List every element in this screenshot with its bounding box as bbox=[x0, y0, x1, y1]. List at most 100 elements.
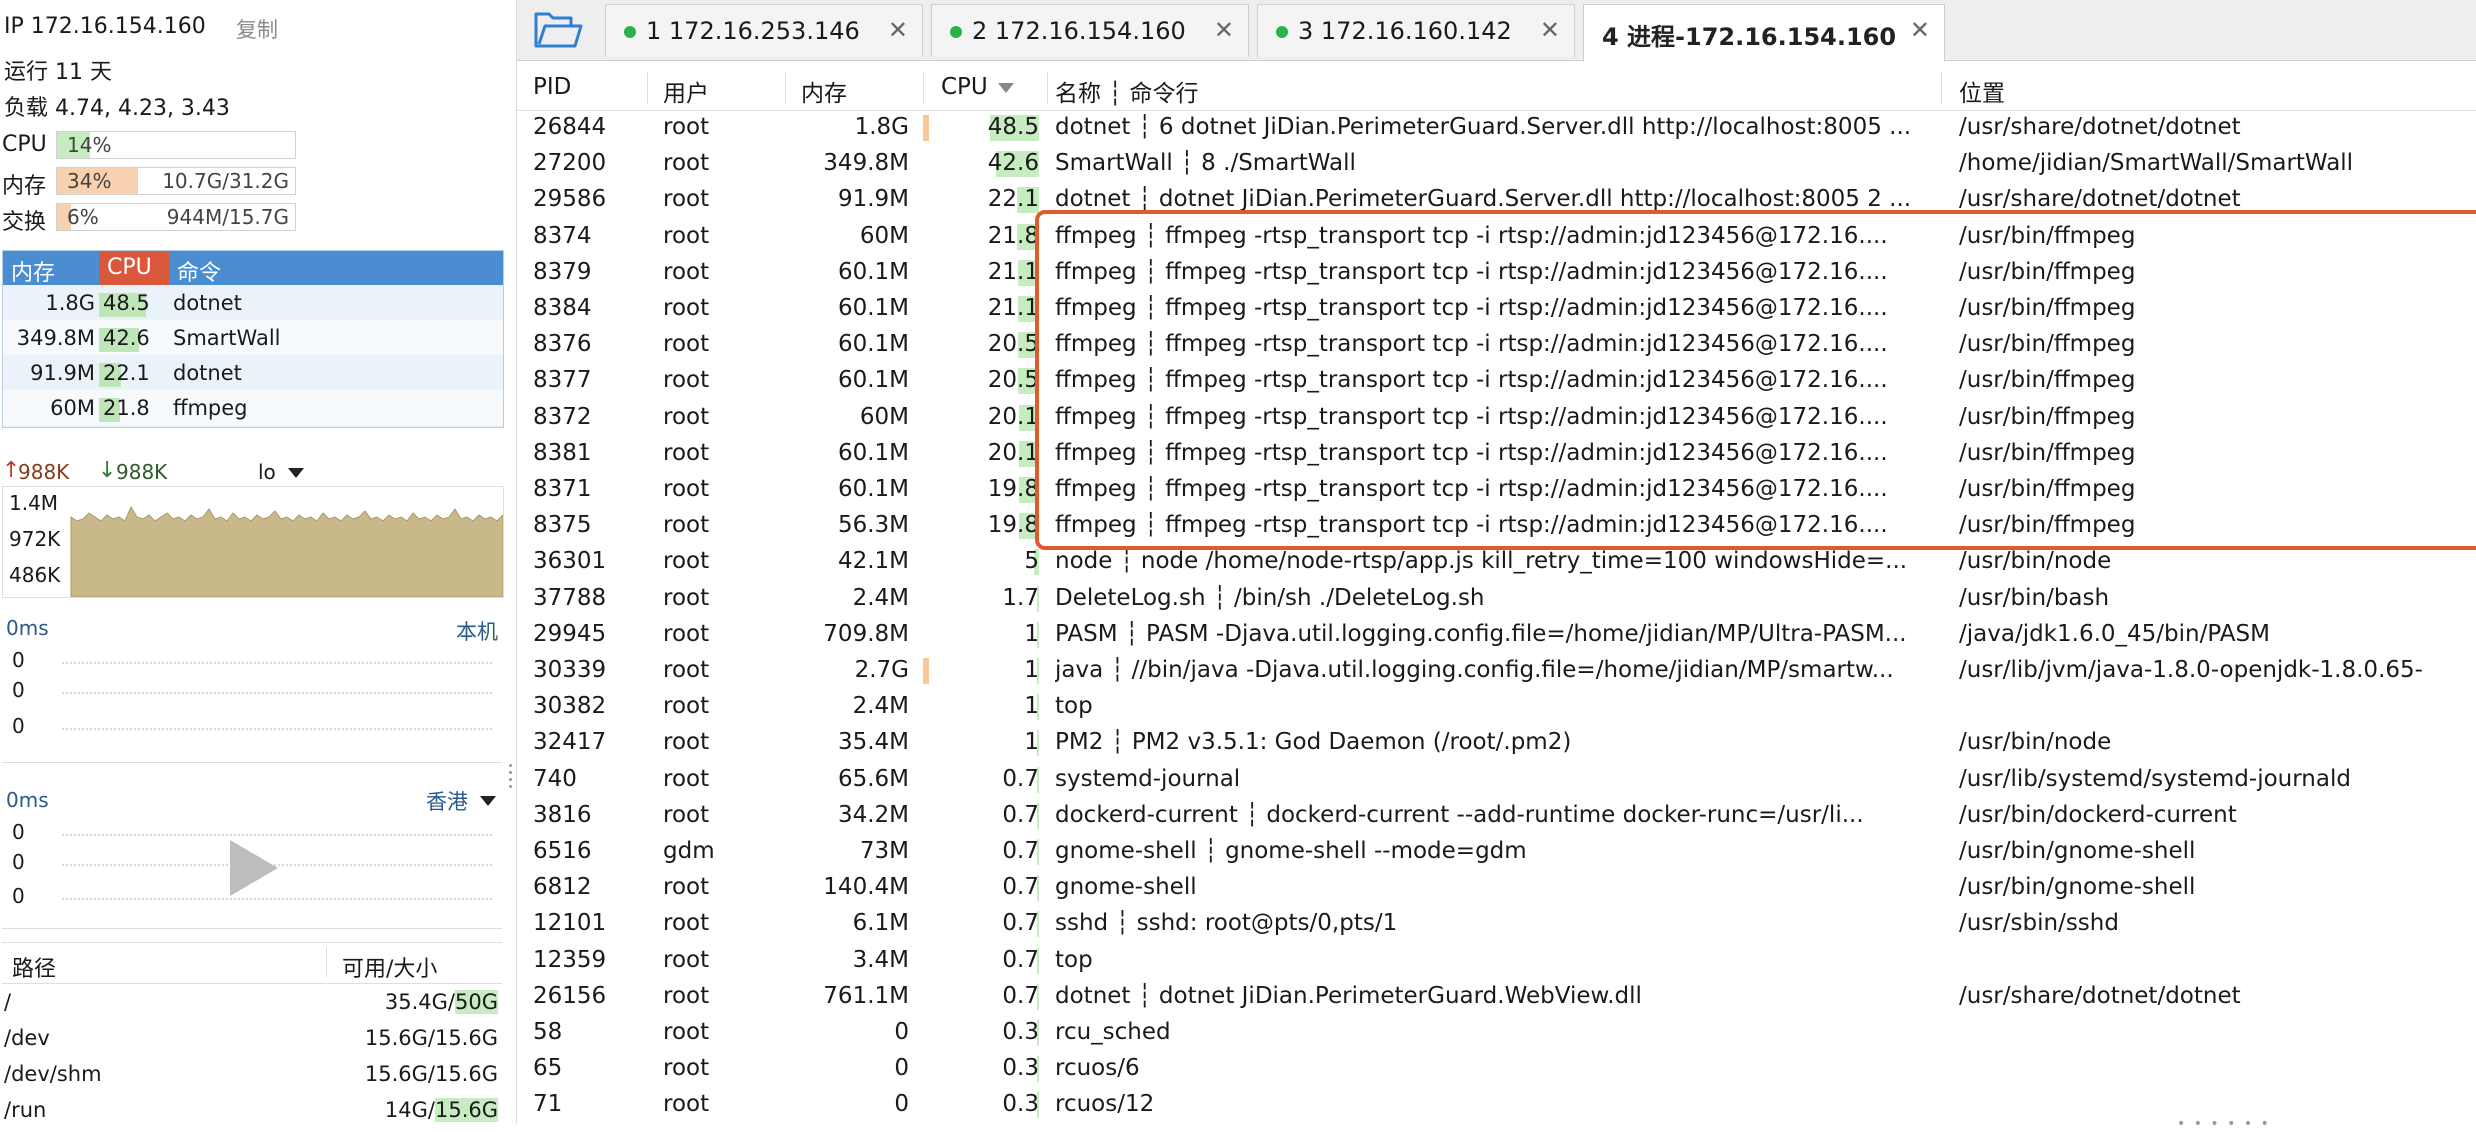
process-pid: 3816 bbox=[533, 801, 592, 828]
process-cpu: 21.1 bbox=[929, 255, 1039, 291]
disk-size-header[interactable]: 可用/大小 bbox=[342, 951, 437, 983]
process-user: root bbox=[663, 693, 710, 720]
disk-row[interactable]: /run 14G/15.6G bbox=[2, 1092, 502, 1128]
network-interface-select[interactable]: lo bbox=[258, 460, 276, 484]
folder-open-icon[interactable] bbox=[533, 8, 583, 52]
process-row[interactable]: 26156 root 761.1M 0.7 dotnet ┆ dotnet JiDian… bbox=[517, 979, 2476, 1015]
disk-path-header[interactable]: 路径 bbox=[12, 951, 56, 983]
swap-meter-track: 6% 944M/15.7G bbox=[56, 203, 296, 231]
process-row[interactable]: 8384 root 60.1M 21.1 ffmpeg ┆ ffmpeg -rtsp_t… bbox=[517, 291, 2476, 327]
process-row[interactable]: 30382 root 2.4M 1 top bbox=[517, 689, 2476, 725]
process-row[interactable]: 8377 root 60.1M 20.5 ffmpeg ┆ ffmpeg -rtsp_t… bbox=[517, 363, 2476, 399]
tab-session-2[interactable]: 2 172.16.154.160 ✕ bbox=[931, 4, 1249, 57]
process-row[interactable]: 6516 gdm 73M 0.7 gnome-shell ┆ gnome-shell -… bbox=[517, 834, 2476, 870]
top-processes-cpu-header[interactable]: CPU bbox=[107, 255, 152, 280]
close-icon[interactable]: ✕ bbox=[1214, 16, 1234, 44]
process-memory: 65.6M bbox=[837, 765, 909, 792]
process-cpu: 21.8 bbox=[929, 219, 1039, 255]
process-location: /usr/bin/node bbox=[1959, 548, 2112, 575]
disk-avail: 15.6G/15.6G bbox=[364, 1062, 498, 1086]
process-cpu: 21.1 bbox=[929, 291, 1039, 327]
ping-local-target[interactable]: 本机 bbox=[456, 616, 498, 646]
disk-row[interactable]: / 35.4G/50G bbox=[2, 984, 502, 1020]
column-header-name[interactable]: 名称 ┆ 命令行 bbox=[1055, 74, 1198, 108]
disk-row[interactable]: /dev/shm 15.6G/15.6G bbox=[2, 1056, 502, 1092]
process-row[interactable]: 29945 root 709.8M 1 PASM ┆ PASM -Djava.util.… bbox=[517, 617, 2476, 653]
top-process-cpu-value: 48.5 bbox=[103, 291, 150, 315]
process-name-cmdline: rcuos/6 bbox=[1055, 1055, 1140, 1082]
process-memory: 1.8G bbox=[854, 114, 909, 140]
close-icon[interactable]: ✕ bbox=[1540, 16, 1560, 44]
column-header-pid[interactable]: PID bbox=[533, 74, 571, 100]
process-user: root bbox=[663, 258, 710, 285]
uptime-text: 运行 11 天 bbox=[4, 60, 112, 85]
process-user: root bbox=[663, 512, 710, 539]
top-process-row[interactable]: 1.8G 48.5 dotnet bbox=[3, 285, 503, 320]
copy-ip-button[interactable]: 复制 bbox=[236, 14, 278, 44]
connected-status-icon bbox=[950, 26, 962, 38]
disk-row[interactable]: /dev 15.6G/15.6G bbox=[2, 1020, 502, 1056]
process-row[interactable]: 8381 root 60.1M 20.1 ffmpeg ┆ ffmpeg -rtsp_t… bbox=[517, 436, 2476, 472]
process-row[interactable]: 12359 root 3.4M 0.7 top bbox=[517, 943, 2476, 979]
tab-session-3[interactable]: 3 172.16.160.142 ✕ bbox=[1257, 4, 1575, 57]
ping-hongkong-target[interactable]: 香港 bbox=[426, 786, 468, 816]
process-row[interactable]: 8379 root 60.1M 21.1 ffmpeg ┆ ffmpeg -rtsp_t… bbox=[517, 255, 2476, 291]
process-row[interactable]: 8375 root 56.3M 19.8 ffmpeg ┆ ffmpeg -rtsp_t… bbox=[517, 508, 2476, 544]
process-row[interactable]: 29586 root 91.9M 22.1 dotnet ┆ dotnet JiDian… bbox=[517, 182, 2476, 218]
memory-meter-detail: 10.7G/31.2G bbox=[162, 169, 289, 193]
process-memory: 60M bbox=[859, 222, 909, 249]
process-location: /usr/bin/ffmpeg bbox=[1959, 258, 2136, 285]
resize-handle[interactable]: • • • • • • bbox=[2177, 1116, 2271, 1132]
process-cpu-value: 48.5 bbox=[987, 114, 1039, 140]
panel-splitter-handle[interactable] bbox=[508, 760, 514, 800]
top-process-row[interactable]: 60M 21.8 ffmpeg bbox=[3, 390, 503, 425]
network-y-label: 1.4M bbox=[9, 491, 59, 515]
top-processes-mem-header[interactable]: 内存 bbox=[11, 255, 55, 287]
process-user: root bbox=[663, 982, 710, 1009]
column-header-user[interactable]: 用户 bbox=[663, 74, 709, 108]
process-name-cmdline: PM2 ┆ PM2 v3.5.1: God Daemon (/root/.pm2… bbox=[1055, 729, 1572, 756]
close-icon[interactable]: ✕ bbox=[1910, 16, 1930, 44]
chevron-down-icon[interactable] bbox=[480, 796, 496, 806]
process-row[interactable]: 740 root 65.6M 0.7 systemd-journal/usr/lib/s… bbox=[517, 762, 2476, 798]
process-row[interactable]: 30339 root 2.7G 1 java ┆ //bin/java -Djava.u… bbox=[517, 653, 2476, 689]
process-row[interactable]: 65 root 0 0.3 rcuos/6 bbox=[517, 1051, 2476, 1087]
process-row[interactable]: 8376 root 60.1M 20.5 ffmpeg ┆ ffmpeg -rtsp_t… bbox=[517, 327, 2476, 363]
close-icon[interactable]: ✕ bbox=[888, 16, 908, 44]
process-location: /usr/bin/ffmpeg bbox=[1959, 476, 2136, 502]
ping-hongkong-value: 0 bbox=[12, 884, 25, 908]
process-row[interactable]: 3816 root 34.2M 0.7 dockerd-current ┆ docker… bbox=[517, 798, 2476, 834]
process-name-cmdline: java ┆ //bin/java -Djava.util.logging.co… bbox=[1055, 657, 1894, 683]
column-header-location[interactable]: 位置 bbox=[1959, 74, 2005, 108]
process-row[interactable]: 8374 root 60M 21.8 ffmpeg ┆ ffmpeg -rtsp_tra… bbox=[517, 219, 2476, 255]
process-cpu: 0.7 bbox=[929, 798, 1039, 834]
top-process-row[interactable]: 349.8M 42.6 SmartWall bbox=[3, 320, 503, 355]
top-process-row[interactable]: 91.9M 22.1 dotnet bbox=[3, 355, 503, 390]
tab-session-1[interactable]: 1 172.16.253.146 ✕ bbox=[605, 4, 923, 57]
network-traffic-chart: 1.4M 972K 486K bbox=[2, 486, 504, 598]
disk-usage-header: 路径 可用/大小 bbox=[2, 942, 502, 984]
process-row[interactable]: 37788 root 2.4M 1.7 DeleteLog.sh ┆ /bin/sh .… bbox=[517, 581, 2476, 617]
chevron-down-icon[interactable] bbox=[288, 468, 304, 478]
column-header-cpu[interactable]: CPU bbox=[941, 74, 1014, 100]
process-row[interactable]: 12101 root 6.1M 0.7 sshd ┆ sshd: root@pts/0,… bbox=[517, 906, 2476, 942]
process-row[interactable]: 36301 root 42.1M 5 node ┆ node /home/node-rt… bbox=[517, 544, 2476, 580]
process-row[interactable]: 8371 root 60.1M 19.8 ffmpeg ┆ ffmpeg -rtsp_t… bbox=[517, 472, 2476, 508]
gridline bbox=[62, 692, 492, 694]
process-row[interactable]: 27200 root 349.8M 42.6 SmartWall ┆ 8 ./Smart… bbox=[517, 146, 2476, 182]
tab-processes[interactable]: 4 进程-172.16.154.160 ✕ bbox=[1583, 4, 1945, 62]
play-icon[interactable] bbox=[226, 838, 282, 898]
process-row[interactable]: 6812 root 140.4M 0.7 gnome-shell/usr/bin/gno… bbox=[517, 870, 2476, 906]
tab-label: 4 进程-172.16.154.160 bbox=[1602, 23, 1897, 51]
process-user: root bbox=[663, 367, 710, 394]
process-row[interactable]: 58 root 0 0.3 rcu_sched bbox=[517, 1015, 2476, 1051]
process-row[interactable]: 32417 root 35.4M 1 PM2 ┆ PM2 v3.5.1: God Dae… bbox=[517, 725, 2476, 761]
column-header-memory[interactable]: 内存 bbox=[801, 74, 847, 108]
column-header-cpu-label: CPU bbox=[941, 74, 988, 100]
process-row[interactable]: 8372 root 60M 20.1 ffmpeg ┆ ffmpeg -rtsp_tra… bbox=[517, 400, 2476, 436]
process-pid: 65 bbox=[533, 1055, 563, 1082]
process-row[interactable]: 26844 root 1.8G 48.5 dotnet ┆ 6 dotnet JiDia… bbox=[517, 110, 2476, 146]
top-processes-cmd-header[interactable]: 命令 bbox=[177, 255, 221, 287]
disk-path: /dev bbox=[4, 1026, 50, 1050]
download-arrow-icon: ↓ bbox=[98, 458, 117, 483]
